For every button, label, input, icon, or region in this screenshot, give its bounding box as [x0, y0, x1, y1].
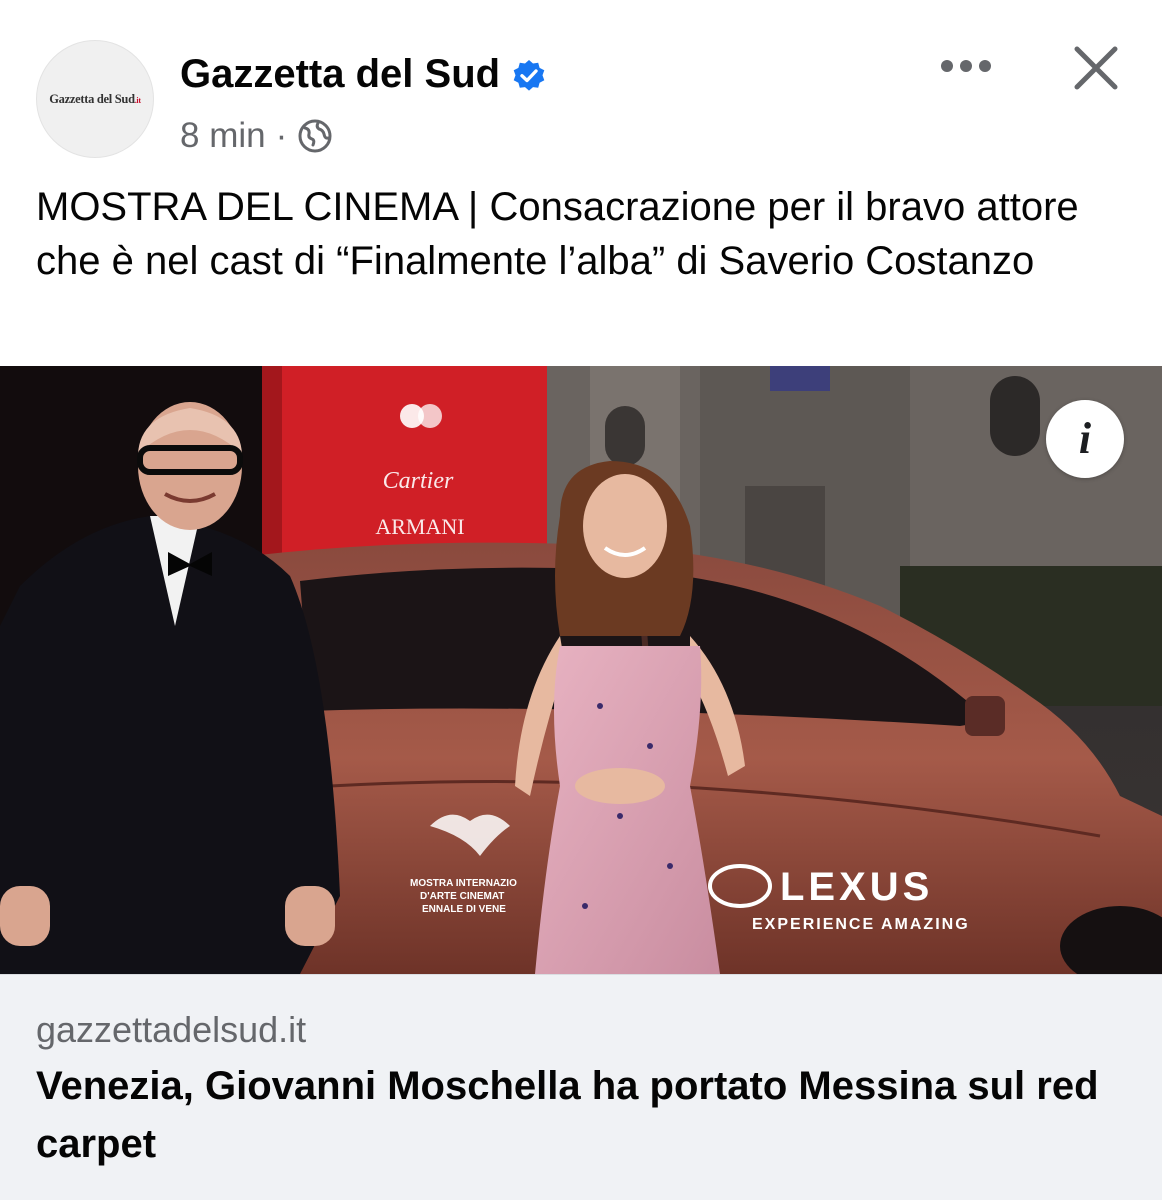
decal-line-3: ENNALE DI VENE [422, 904, 506, 915]
close-icon [1073, 45, 1119, 96]
armani-sign: ARMANI [375, 514, 464, 539]
post-text: MOSTRA DEL CINEMA | Consacrazione per il… [36, 185, 1079, 283]
more-options-button[interactable] [936, 46, 996, 90]
lexus-logo-text: LEXUS [780, 865, 933, 909]
globe-icon [297, 118, 333, 154]
post-timestamp[interactable]: 8 min [180, 116, 266, 156]
link-domain: gazzettadelsud.it [36, 1009, 307, 1050]
lexus-tagline: EXPERIENCE AMAZING [752, 916, 970, 933]
meta-separator: · [275, 116, 288, 155]
info-icon: i [1078, 414, 1092, 463]
info-button[interactable]: i [1046, 400, 1124, 478]
post-meta: 8 min · [180, 116, 333, 156]
page-name-link[interactable]: Gazzetta del Sud [180, 52, 500, 97]
link-preview-image[interactable]: Cartier ARMANI LEXUS EXPERIENCE AMAZING … [0, 366, 1162, 974]
decal-line-2: D'ARTE CINEMAT [420, 891, 504, 902]
avatar-logo: Gazzetta del Sud.it [49, 91, 141, 106]
page-avatar[interactable]: Gazzetta del Sud.it [36, 40, 154, 158]
cartier-sign: Cartier [383, 468, 454, 494]
post-header: Gazzetta del Sud.it Gazzetta del Sud 8 m… [0, 0, 1162, 170]
decal-line-1: MOSTRA INTERNAZIO [410, 878, 517, 889]
page-name-row: Gazzetta del Sud [180, 52, 546, 97]
close-button[interactable] [1068, 42, 1124, 98]
link-preview-footer[interactable]: gazzettadelsud.it Venezia, Giovanni Mosc… [0, 974, 1162, 1200]
verified-badge-icon [512, 58, 546, 92]
link-title[interactable]: Venezia, Giovanni Moschella ha portato M… [36, 1057, 1116, 1173]
more-dots-icon [940, 59, 992, 78]
